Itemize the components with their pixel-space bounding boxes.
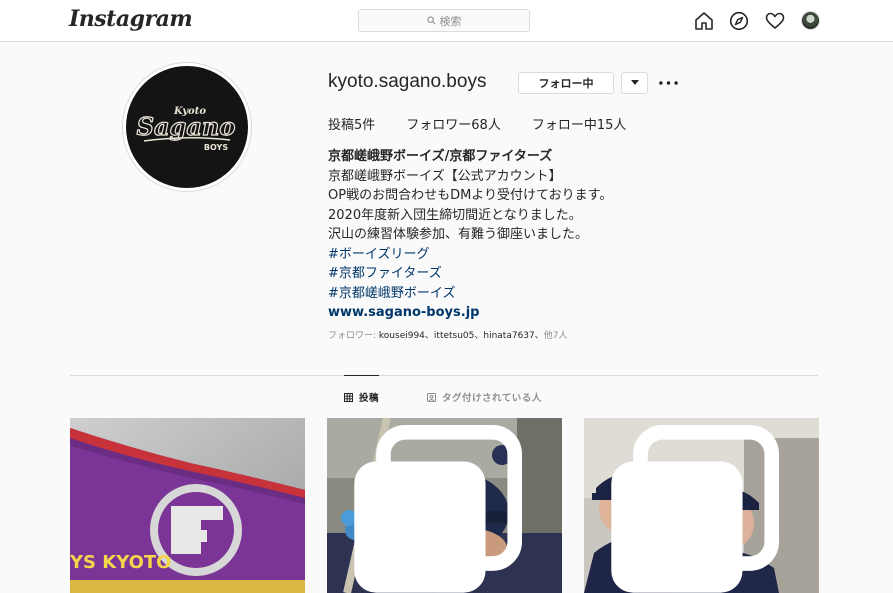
followers-count[interactable]: フォロワー68人 (406, 114, 501, 133)
followed-by-others: 他7人 (543, 331, 568, 341)
svg-text:YS KYOTO: YS KYOTO (70, 552, 172, 573)
instagram-logo[interactable]: Instagram (69, 6, 193, 32)
bio-line: 京都嵯峨野ボーイズ【公式アカウント】 (328, 168, 562, 184)
multiple-photos-icon (354, 425, 522, 593)
website-link[interactable]: www.sagano-boys.jp (328, 303, 612, 323)
explore-icon[interactable] (729, 11, 749, 31)
svg-text:Sagano: Sagano (137, 112, 236, 141)
profile-bio: 京都嵯峨野ボーイズ/京都ファイターズ 京都嵯峨野ボーイズ【公式アカウント】 OP… (328, 147, 612, 323)
top-nav: Instagram 検索 (0, 0, 893, 42)
search-input[interactable]: 検索 (358, 9, 530, 32)
caret-down-icon (630, 80, 639, 85)
ellipsis-icon (658, 81, 678, 85)
hashtag-link[interactable]: #ボーイズリーグ (328, 245, 612, 265)
tab-tagged-label: タグ付けされている人 (442, 393, 542, 404)
more-options-button[interactable] (656, 72, 680, 94)
followed-by-users: kousei994、ittetsu05、hinata7637、 (378, 331, 544, 341)
tagged-user-icon (427, 392, 436, 402)
svg-text:BOYS: BOYS (204, 143, 228, 152)
heart-icon[interactable] (765, 11, 785, 31)
active-tab-indicator (344, 375, 379, 376)
posts-count: 投稿5件 (328, 118, 376, 133)
post-thumbnail[interactable]: YS KYOTO (70, 418, 305, 593)
tab-posts-label: 投稿 (359, 393, 380, 404)
profile-username: kyoto.sagano.boys (328, 71, 487, 92)
post-image-flag: YS KYOTO (70, 418, 305, 593)
hashtag-link[interactable]: #京都ファイターズ (328, 264, 612, 284)
search-placeholder: 検索 (439, 14, 462, 28)
search-icon (426, 16, 435, 25)
tab-posts[interactable]: 投稿 (344, 390, 379, 404)
post-thumbnail[interactable] (327, 418, 562, 593)
home-icon[interactable] (694, 11, 714, 31)
following-count[interactable]: フォロー中15人 (532, 114, 627, 133)
followed-by[interactable]: フォロワー: kousei994、ittetsu05、hinata7637、他7… (328, 328, 568, 341)
bio-line: OP戦のお問合わせもDMより受付けております。 (328, 188, 613, 203)
multiple-photos-icon (611, 425, 779, 593)
followed-by-prefix: フォロワー: (328, 331, 379, 341)
grid-icon (344, 392, 353, 402)
profile-full-name: 京都嵯峨野ボーイズ/京都ファイターズ (328, 149, 553, 164)
post-thumbnail[interactable] (584, 418, 819, 593)
profile-avatar-nav[interactable] (801, 11, 820, 30)
team-logo: Kyoto Sagano BOYS (126, 66, 248, 188)
profile-avatar[interactable]: Kyoto Sagano BOYS (122, 62, 252, 192)
suggestions-dropdown-button[interactable] (621, 72, 648, 94)
bio-line: 沢山の練習体験参加、有難う御座いました。 (328, 227, 589, 242)
hashtag-link[interactable]: #京都嵯峨野ボーイズ (328, 284, 612, 304)
tab-tagged[interactable]: タグ付けされている人 (427, 390, 542, 404)
tabs-divider (70, 375, 818, 376)
profile-stats: 投稿5件 フォロワー68人 フォロー中15人 (328, 114, 657, 133)
bio-line: 2020年度新入団生締切間近となりました。 (328, 207, 582, 223)
following-button[interactable]: フォロー中 (518, 72, 614, 94)
